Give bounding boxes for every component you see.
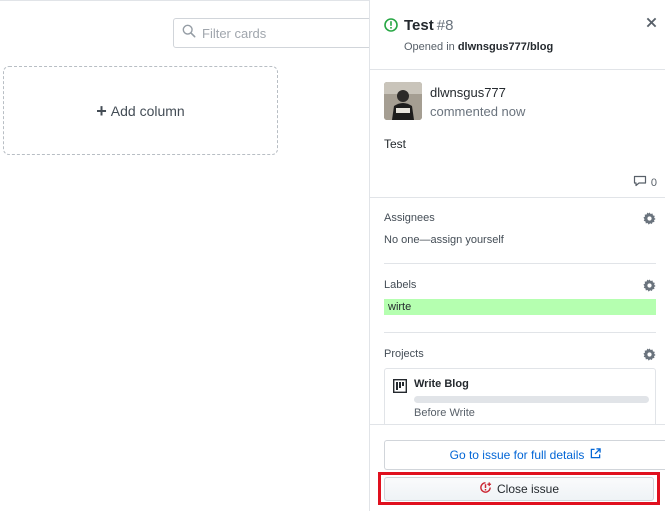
- projects-section: Projects Write Blog Before Write: [384, 348, 656, 430]
- add-column-label: Add column: [110, 102, 185, 119]
- issue-opened-line: Opened in dlwnsgus777/blog: [404, 41, 553, 53]
- assignees-gear-icon[interactable]: [643, 212, 656, 230]
- opened-prefix: Opened in: [404, 41, 455, 53]
- project-card[interactable]: Write Blog Before Write: [384, 368, 656, 430]
- comment-count[interactable]: 0: [633, 175, 657, 190]
- projects-gear-icon[interactable]: [643, 348, 656, 366]
- project-name[interactable]: Write Blog: [414, 378, 469, 390]
- label-chip[interactable]: wirte: [384, 299, 656, 315]
- issue-header: Test #8 Opened in dlwnsgus777/blog: [370, 0, 665, 70]
- go-to-issue-button[interactable]: Go to issue for full details: [384, 440, 665, 470]
- project-progress-bar: [414, 396, 649, 403]
- issue-opened-icon: [384, 18, 398, 37]
- issue-title-text: Test: [404, 17, 434, 34]
- assignees-section: Assignees No one—assign yourself: [384, 212, 656, 252]
- close-panel-icon[interactable]: [646, 16, 657, 32]
- comment-body: Test: [384, 137, 407, 151]
- project-column: Before Write: [414, 407, 475, 419]
- close-issue-label: Close issue: [496, 482, 560, 496]
- close-issue-highlight: Close issue: [378, 472, 660, 505]
- comment-author[interactable]: dlwnsgus777: [430, 85, 506, 100]
- avatar[interactable]: [384, 82, 422, 120]
- close-issue-button[interactable]: Close issue: [384, 477, 654, 501]
- external-link-icon: [584, 448, 602, 462]
- issue-panel: Test #8 Opened in dlwnsgus777/blog dlwnsg…: [369, 0, 665, 511]
- labels-title: Labels: [384, 279, 417, 291]
- section-divider: [384, 332, 656, 333]
- assignees-title: Assignees: [384, 212, 435, 224]
- add-column-button[interactable]: + Add column: [3, 66, 278, 155]
- board-divider: [0, 0, 369, 1]
- comment-count-value: 0: [650, 176, 657, 189]
- labels-gear-icon[interactable]: [643, 279, 656, 297]
- panel-footer: Go to issue for full details Close issue: [370, 424, 665, 511]
- repository-link[interactable]: dlwnsgus777/blog: [458, 41, 553, 53]
- filter-cards-input[interactable]: [202, 25, 352, 41]
- projects-title: Projects: [384, 348, 424, 360]
- project-board: + Add column: [0, 0, 383, 511]
- search-icon: [182, 24, 196, 43]
- issue-title[interactable]: Test #8: [404, 17, 453, 34]
- assign-yourself-link[interactable]: No one—assign yourself: [384, 234, 504, 246]
- issue-closed-icon: [479, 481, 497, 497]
- comment-icon: [633, 175, 651, 190]
- plus-icon: +: [96, 100, 107, 121]
- filter-cards-field[interactable]: [173, 18, 383, 48]
- project-board-icon: [392, 378, 408, 398]
- issue-number: #8: [436, 17, 454, 34]
- labels-section: Labels wirte: [384, 279, 656, 319]
- section-divider: [384, 263, 656, 264]
- go-to-issue-label: Go to issue for full details: [449, 448, 585, 462]
- issue-comment: dlwnsgus777 commented now Test 0: [370, 70, 665, 198]
- comment-time: commented now: [430, 104, 526, 119]
